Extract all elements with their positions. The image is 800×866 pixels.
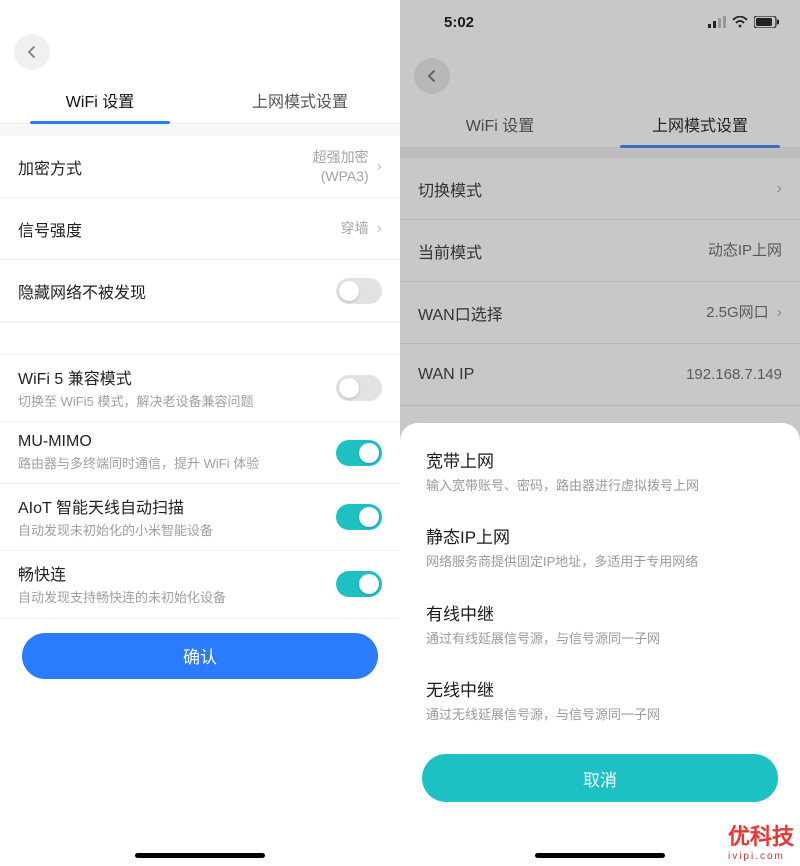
cancel-button[interactable]: 取消 [422,754,778,802]
wan-settings-pane: 5:02 WiFi 设置 [400,0,800,866]
wifi-icon [732,16,748,28]
row-switch-mode[interactable]: 切换模式 › [400,158,800,220]
row-sub: 自动发现未初始化的小米智能设备 [18,522,336,540]
home-indicator[interactable] [135,853,265,858]
row-value: 192.168.7.149 [686,365,782,385]
toggle-wifi5[interactable] [336,375,382,401]
row-label: 加密方式 [18,155,313,179]
row-label: WAN口选择 [418,301,706,325]
row-mumimo: MU-MIMO 路由器与多终端同时通信，提升 WiFi 体验 [0,422,400,484]
toggle-fastconn[interactable] [336,571,382,597]
row-sub: 切换至 WiFi5 模式，解决老设备兼容问题 [18,393,336,411]
right-tabs: WiFi 设置 上网模式设置 [400,100,800,148]
option-sub: 通过有线延展信号源，与信号源同一子网 [426,630,774,648]
sheet-option-wired-relay[interactable]: 有线中继 通过有线延展信号源，与信号源同一子网 [400,586,800,662]
sheet-option-wireless-relay[interactable]: 无线中继 通过无线延展信号源，与信号源同一子网 [400,662,800,738]
option-sub: 通过无线延展信号源，与信号源同一子网 [426,706,774,724]
confirm-button[interactable]: 确认 [22,633,378,679]
row-sub: 路由器与多终端同时通信，提升 WiFi 体验 [18,455,336,473]
row-label: 信号强度 [18,217,341,241]
watermark-brand: 优科技 [728,824,794,849]
row-value: 2.5G网口 [706,303,769,323]
chevron-right-icon: › [777,304,782,322]
toggle-aiot[interactable] [336,504,382,530]
button-label: 取消 [583,766,617,791]
home-indicator[interactable] [535,853,665,858]
row-label: AIoT 智能天线自动扫描 [18,494,336,518]
row-label: MU-MIMO [18,433,336,451]
mode-select-sheet: 宽带上网 输入宽带账号、密码，路由器进行虚拟拨号上网 静态IP上网 网络服务商提… [400,423,800,866]
tab-wan-settings[interactable]: 上网模式设置 [600,100,800,147]
toggle-mumimo[interactable] [336,440,382,466]
option-sub: 网络服务商提供固定IP地址，多适用于专用网络 [426,553,774,571]
option-title: 无线中继 [426,676,774,701]
chevron-left-icon [24,44,40,60]
toggle-hide-network[interactable] [336,278,382,304]
row-label: 当前模式 [418,239,708,263]
tab-label: WiFi 设置 [466,112,534,136]
battery-icon [754,16,780,28]
row-value: 超强加密 (WPA3) [313,148,369,184]
tab-wan-settings[interactable]: 上网模式设置 [200,76,400,123]
row-label: WAN IP [418,366,686,384]
sheet-option-static-ip[interactable]: 静态IP上网 网络服务商提供固定IP地址，多适用于专用网络 [400,509,800,585]
row-value: 穿墙 [341,219,369,237]
sheet-option-pppoe[interactable]: 宽带上网 输入宽带账号、密码，路由器进行虚拟拨号上网 [400,433,800,509]
tab-label: WiFi 设置 [66,88,134,112]
row-current-mode: 当前模式 动态IP上网 [400,220,800,282]
tab-label: 上网模式设置 [252,88,348,112]
chevron-right-icon: › [377,158,382,176]
option-sub: 输入宽带账号、密码，路由器进行虚拟拨号上网 [426,477,774,495]
row-label: 切换模式 [418,177,769,201]
back-button[interactable] [14,34,50,70]
chevron-right-icon: › [777,180,782,198]
row-wifi5-compat: WiFi 5 兼容模式 切换至 WiFi5 模式，解决老设备兼容问题 [0,354,400,422]
status-time: 5:02 [444,14,474,31]
row-wan-ip: WAN IP 192.168.7.149 [400,344,800,406]
option-title: 静态IP上网 [426,523,774,548]
left-tabs: WiFi 设置 上网模式设置 [0,76,400,124]
row-label: 畅快连 [18,561,336,585]
right-back-row [400,44,800,100]
tab-label: 上网模式设置 [652,112,748,136]
row-label: WiFi 5 兼容模式 [18,365,336,389]
chevron-right-icon: › [377,220,382,238]
watermark-url: ivipi.com [728,851,794,862]
row-fastconn: 畅快连 自动发现支持畅快连的未初始化设备 [0,551,400,618]
row-value: 动态IP上网 [708,241,782,261]
row-wan-port[interactable]: WAN口选择 2.5G网口 › [400,282,800,344]
tab-wifi-settings[interactable]: WiFi 设置 [0,76,200,123]
chevron-left-icon [424,68,440,84]
row-aiot-scan: AIoT 智能天线自动扫描 自动发现未初始化的小米智能设备 [0,484,400,551]
cellular-signal-icon [708,16,726,28]
option-title: 宽带上网 [426,447,774,472]
status-bar: 5:02 [400,0,800,44]
row-sub: 自动发现支持畅快连的未初始化设备 [18,589,336,607]
row-signal-strength[interactable]: 信号强度 穿墙 › [0,198,400,260]
button-label: 确认 [183,643,217,668]
tab-wifi-settings[interactable]: WiFi 设置 [400,100,600,147]
row-label: 隐藏网络不被发现 [18,279,336,303]
watermark: 优科技 ivipi.com [728,819,794,862]
option-title: 有线中继 [426,600,774,625]
row-encryption[interactable]: 加密方式 超强加密 (WPA3) › [0,136,400,198]
back-button[interactable] [414,58,450,94]
left-back-row [0,20,400,76]
row-hide-network: 隐藏网络不被发现 [0,260,400,322]
wifi-settings-pane: WiFi 设置 上网模式设置 加密方式 超强加密 (WPA3) › 信号强度 穿… [0,0,400,866]
